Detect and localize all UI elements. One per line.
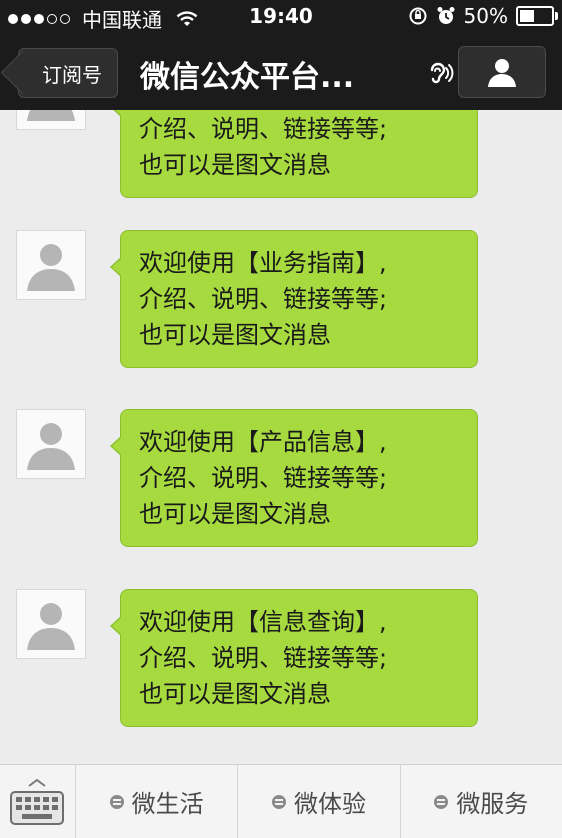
- menu-icon: [109, 794, 124, 809]
- keyboard-toggle-button[interactable]: [0, 765, 76, 838]
- message-line: 介绍、说明、链接等等;: [139, 644, 388, 672]
- rotation-lock-icon: [409, 7, 427, 25]
- keyboard-icon: [10, 791, 64, 825]
- chat-area[interactable]: 介绍、说明、链接等等; 也可以是图文消息 欢迎使用【业务指南】, 介绍、说明、链…: [0, 110, 562, 764]
- menu-item-wei-experience[interactable]: 微体验: [238, 765, 401, 838]
- nav-bar: 订阅号 微信公众平台...: [0, 34, 562, 110]
- default-avatar-icon: [27, 603, 75, 650]
- menu-item-label: 微体验: [293, 790, 366, 818]
- menu-icon: [271, 794, 286, 809]
- menu-item-wei-service[interactable]: 微服务: [401, 765, 562, 838]
- message-line: 也可以是图文消息: [139, 151, 331, 179]
- menu-item-label: 微服务: [456, 790, 529, 818]
- message-line: 介绍、说明、链接等等;: [139, 285, 388, 313]
- default-avatar-icon: [27, 244, 75, 291]
- profile-button[interactable]: [458, 46, 546, 98]
- message-line: 介绍、说明、链接等等;: [139, 464, 388, 492]
- battery-icon: [516, 6, 558, 26]
- message-bubble[interactable]: 欢迎使用【产品信息】, 介绍、说明、链接等等; 也可以是图文消息: [110, 409, 478, 547]
- message-line: 欢迎使用【业务指南】,: [139, 249, 387, 277]
- menu-icon: [434, 794, 449, 809]
- default-avatar-icon: [27, 110, 75, 121]
- bottom-menu-bar: 微生活 微体验 微服务: [0, 764, 562, 838]
- avatar[interactable]: [16, 589, 86, 659]
- message-bubble[interactable]: 介绍、说明、链接等等; 也可以是图文消息: [110, 110, 478, 198]
- message-line: 也可以是图文消息: [139, 321, 331, 349]
- page-title: 微信公众平台...: [140, 60, 355, 95]
- avatar[interactable]: [16, 110, 86, 130]
- back-button[interactable]: 订阅号: [18, 48, 118, 98]
- person-icon: [488, 59, 516, 87]
- battery-percent: 50%: [463, 4, 508, 28]
- menu-item-label: 微生活: [131, 790, 204, 818]
- ear-icon[interactable]: [424, 58, 454, 88]
- message-bubble[interactable]: 欢迎使用【业务指南】, 介绍、说明、链接等等; 也可以是图文消息: [110, 230, 478, 368]
- message-line: 也可以是图文消息: [139, 500, 331, 528]
- message-line: 也可以是图文消息: [139, 680, 331, 708]
- avatar[interactable]: [16, 409, 86, 479]
- status-right: 50%: [408, 4, 558, 28]
- message-bubble[interactable]: 欢迎使用【信息查询】, 介绍、说明、链接等等; 也可以是图文消息: [110, 589, 478, 727]
- alarm-icon: [437, 7, 455, 24]
- status-bar: 中国联通 19:40 50%: [0, 0, 562, 34]
- menu-item-wei-life[interactable]: 微生活: [76, 765, 239, 838]
- back-button-label: 订阅号: [42, 62, 102, 87]
- message-line: 欢迎使用【信息查询】,: [139, 608, 387, 636]
- message-line: 欢迎使用【产品信息】,: [139, 428, 387, 456]
- message-line: 介绍、说明、链接等等;: [139, 115, 388, 143]
- chevron-up-icon: [28, 779, 46, 787]
- default-avatar-icon: [27, 423, 75, 470]
- avatar[interactable]: [16, 230, 86, 300]
